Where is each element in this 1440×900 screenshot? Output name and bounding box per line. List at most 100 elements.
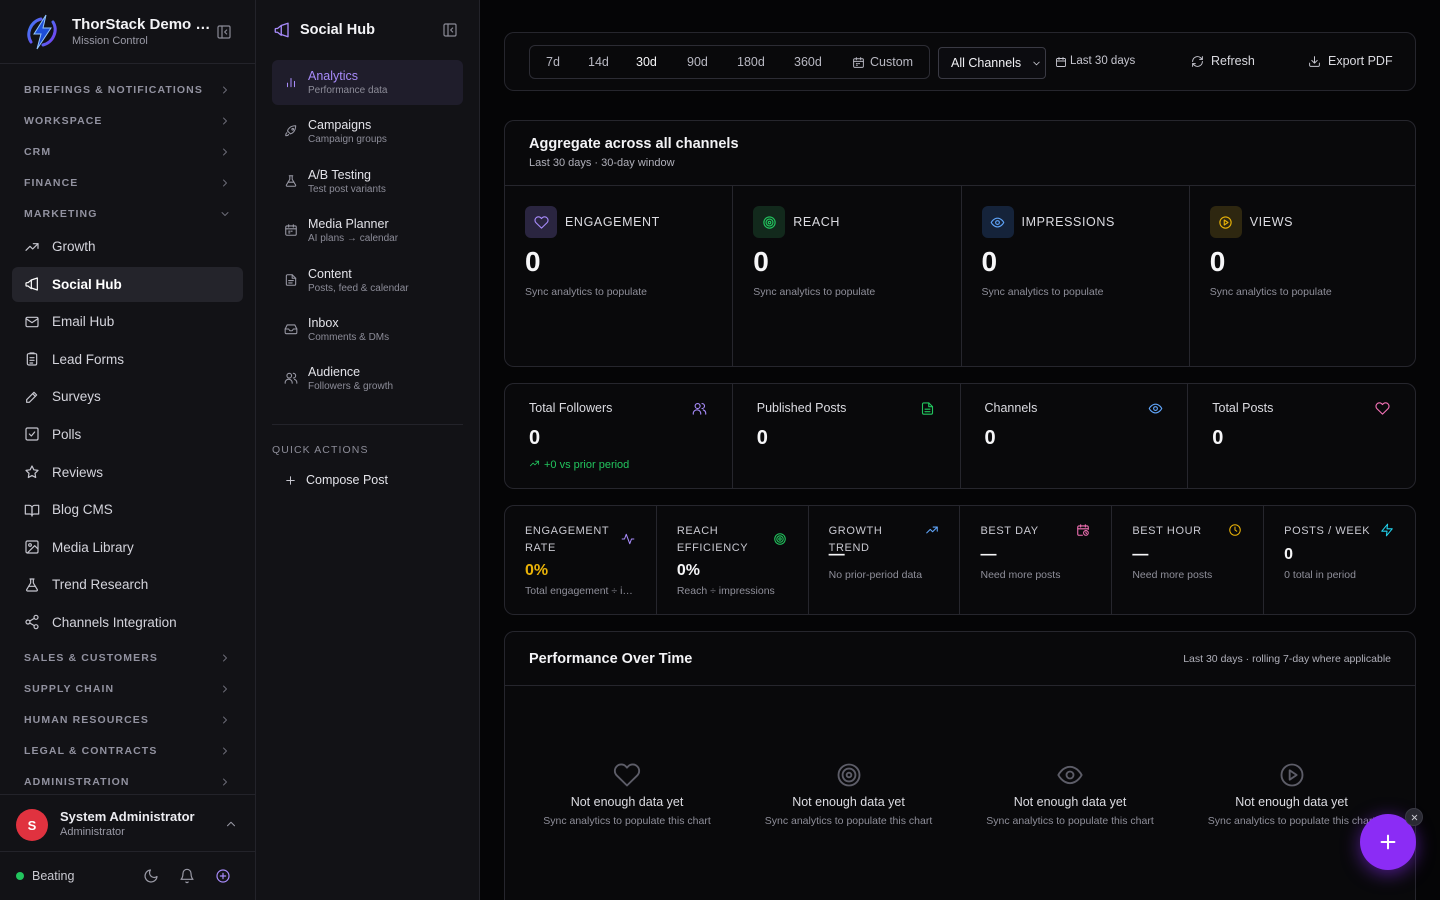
chart-empty-state: Not enough data yet Sync analytics to pop… [960, 761, 1180, 827]
social-hub-nav: Social Hub Analytics Performance data Camp… [256, 0, 480, 900]
sidebar-item-social-hub[interactable]: Social Hub [12, 266, 243, 302]
subnav-item-content[interactable]: Content Posts, feed & calendar [272, 258, 463, 303]
chevron-right-icon [223, 747, 227, 755]
chevron-right-icon [223, 117, 227, 124]
stat-hint: 0 total in period [1284, 569, 1356, 581]
calendar-icon [1056, 57, 1066, 67]
nav-section-finance[interactable]: FINANCE [0, 167, 255, 198]
sidebar-item-lead-forms[interactable]: Lead Forms [12, 342, 243, 377]
nav-section-legal-contracts[interactable]: LEGAL & CONTRACTS [0, 736, 255, 767]
sidebar-item-label: Surveys [52, 389, 101, 405]
download-icon [1309, 56, 1320, 67]
sidebar-item-growth[interactable]: Growth [12, 229, 243, 264]
subnav-item-analytics[interactable]: Analytics Performance data [272, 60, 463, 105]
sidebar-item-reviews[interactable]: Reviews [12, 455, 243, 490]
metric-value: 0 [753, 246, 769, 277]
sidebar-item-trend-research[interactable]: Trend Research [12, 567, 243, 602]
plus-icon [286, 476, 295, 485]
aggregate-card: Aggregate across all channels Last 30 da… [504, 120, 1416, 367]
nav-section-supply-chain[interactable]: SUPPLY CHAIN [0, 674, 255, 705]
nav-section-workspace[interactable]: WORKSPACE [0, 105, 255, 136]
stat-engagement-rate: ENGAGEMENT RATE 0% Total engagement ÷ impr… [505, 506, 657, 614]
nav-section-label: BRIEFINGS & NOTIFICATIONS [24, 83, 203, 96]
chevron-up-icon[interactable] [224, 817, 238, 831]
sidebar-collapse-icon[interactable] [216, 24, 232, 40]
range-option-custom[interactable]: Custom [870, 55, 913, 69]
stat-best-day: BEST DAY — Need more posts [960, 506, 1113, 614]
compose-post-button[interactable]: Compose Post [272, 470, 463, 492]
stat-value: 0% [676, 562, 700, 579]
range-option-180d[interactable]: 180d [737, 55, 765, 69]
sidebar-item-channels-integration[interactable]: Channels Integration [12, 605, 243, 640]
main-sidebar: ThorStack Demo Co. Mission Control BRIEF… [0, 0, 256, 900]
range-option-14d[interactable]: 14d [588, 55, 609, 69]
bell-icon[interactable] [179, 868, 195, 884]
subnav-item-audience[interactable]: Audience Followers & growth [272, 356, 463, 401]
chart-empty-state: Not enough data yet Sync analytics to pop… [517, 761, 737, 827]
sidebar-nav: BRIEFINGS & NOTIFICATIONS WORKSPACE CRM FIN… [0, 74, 255, 798]
metric-label: ENGAGEMENT [565, 215, 660, 229]
chevron-down-icon [1033, 61, 1040, 66]
subnav-item-subtitle: AI plans → calendar [308, 233, 399, 245]
status-dot [16, 872, 24, 880]
sidebar-item-label: Social Hub [52, 276, 122, 292]
chevron-right-icon [223, 654, 227, 662]
sidebar-item-surveys[interactable]: Surveys [12, 379, 243, 414]
empty-subtitle: Sync analytics to populate this chart [764, 815, 933, 827]
trending-up-icon [25, 242, 39, 251]
user-profile[interactable]: S System Administrator Administrator [0, 794, 255, 852]
add-circle-icon[interactable] [215, 868, 231, 884]
eye-icon [990, 217, 1005, 227]
sidebar-item-media-library[interactable]: Media Library [12, 530, 243, 565]
megaphone-icon [25, 277, 38, 291]
filter-toolbar: 7d 14d 30d 90d 180d 360d Custom All Channels L… [504, 32, 1416, 91]
status-label: Beating [32, 869, 75, 883]
total-label: Total Followers [529, 401, 613, 415]
range-option-360d[interactable]: 360d [794, 55, 822, 69]
fab-dismiss-button[interactable] [1405, 808, 1423, 826]
performance-title: Performance Over Time [529, 651, 693, 667]
performance-charts: Not enough data yet Sync analytics to pop… [505, 685, 1415, 900]
subnav-item-inbox[interactable]: Inbox Comments & DMs [272, 307, 463, 352]
subnav-item-title: Media Planner [308, 217, 389, 232]
subnav-item-a-b-testing[interactable]: A/B Testing Test post variants [272, 159, 463, 204]
nav-section-label: SALES & CUSTOMERS [24, 652, 159, 665]
range-option-7d[interactable]: 7d [546, 55, 560, 69]
avatar: S [16, 809, 48, 841]
aggregate-metrics: ENGAGEMENT 0 Sync analytics to populate REA… [505, 185, 1415, 366]
quick-action-label: Compose Post [306, 473, 388, 487]
nav-section-label: HUMAN RESOURCES [24, 714, 150, 727]
subnav-list: Analytics Performance data Campaigns Campai… [272, 60, 463, 406]
subnav-item-campaigns[interactable]: Campaigns Campaign groups [272, 109, 463, 154]
total-total-followers: Total Followers 0 +0 vs prior period [505, 384, 733, 488]
user-name: System Administrator [60, 809, 195, 824]
lightning-logo-icon [27, 14, 57, 50]
image-icon [25, 540, 39, 554]
channel-select[interactable]: All Channels [938, 47, 1046, 79]
sidebar-item-blog-cms[interactable]: Blog CMS [12, 492, 243, 527]
export-label: Export PDF [1328, 54, 1393, 68]
subnav-collapse-icon[interactable] [442, 22, 458, 38]
nav-section-briefings-notifications[interactable]: BRIEFINGS & NOTIFICATIONS [0, 74, 255, 105]
subnav-item-subtitle: Posts, feed & calendar [308, 282, 409, 294]
subnav-item-media-planner[interactable]: Media Planner AI plans → calendar [272, 208, 463, 253]
nav-section-sales-customers[interactable]: SALES & CUSTOMERS [0, 643, 255, 674]
range-option-30d[interactable]: 30d [636, 55, 657, 69]
sidebar-item-polls[interactable]: Polls [12, 417, 243, 452]
activity-icon [621, 533, 635, 545]
empty-title: Not enough data yet [1235, 795, 1348, 809]
moon-icon[interactable] [143, 868, 159, 884]
nav-section-administration[interactable]: ADMINISTRATION [0, 767, 255, 798]
range-option-90d[interactable]: 90d [687, 55, 708, 69]
divider [272, 424, 463, 425]
stat-value: 0% [525, 562, 549, 579]
nav-section-label: MARKETING [24, 207, 98, 220]
sidebar-item-email-hub[interactable]: Email Hub [12, 304, 243, 339]
clock-icon [1229, 524, 1242, 536]
nav-section-crm[interactable]: CRM [0, 136, 255, 167]
nav-section-marketing[interactable]: MARKETING [0, 198, 255, 229]
nav-section-human-resources[interactable]: HUMAN RESOURCES [0, 705, 255, 736]
stat-label: POSTS / WEEK [1284, 525, 1371, 537]
app-title: ThorStack Demo Co. [72, 16, 217, 33]
subnav-item-subtitle: Campaign groups [308, 134, 387, 146]
